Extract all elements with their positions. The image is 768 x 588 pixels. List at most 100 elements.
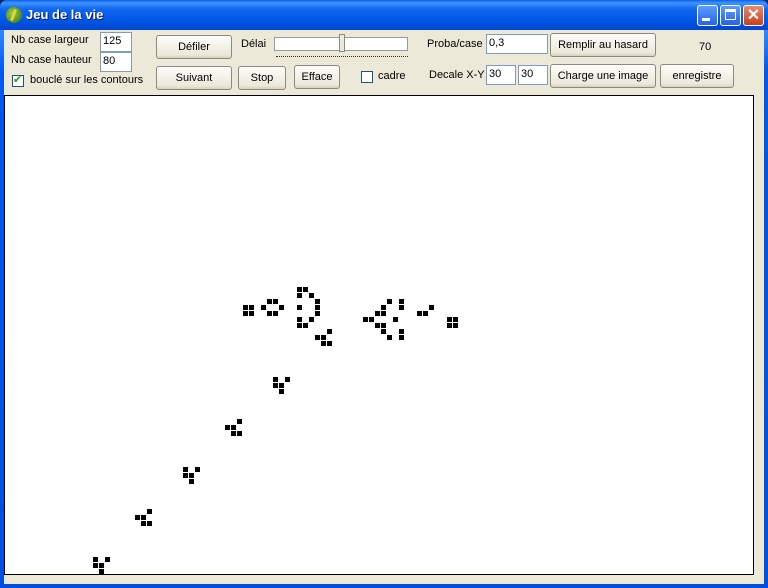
live-cell[interactable]: [315, 305, 320, 310]
live-cell[interactable]: [99, 569, 104, 574]
maximize-button[interactable]: [720, 5, 741, 26]
close-button[interactable]: ✕: [743, 5, 764, 26]
live-cell[interactable]: [273, 299, 278, 304]
live-cell[interactable]: [189, 479, 194, 484]
live-cell[interactable]: [321, 341, 326, 346]
live-cell[interactable]: [303, 287, 308, 292]
live-cell[interactable]: [369, 317, 374, 322]
live-cell[interactable]: [429, 305, 434, 310]
live-cell[interactable]: [321, 335, 326, 340]
live-cell[interactable]: [309, 317, 314, 322]
delay-slider-thumb[interactable]: [339, 34, 346, 52]
live-cell[interactable]: [225, 425, 230, 430]
live-cell[interactable]: [273, 383, 278, 388]
frame-checkbox[interactable]: [361, 71, 373, 83]
live-cell[interactable]: [447, 323, 452, 328]
offset-y-input[interactable]: [521, 68, 545, 80]
live-cell[interactable]: [285, 377, 290, 382]
live-cell[interactable]: [309, 293, 314, 298]
offset-x-field[interactable]: [486, 65, 516, 85]
life-grid[interactable]: [4, 95, 754, 575]
live-cell[interactable]: [195, 467, 200, 472]
live-cell[interactable]: [297, 323, 302, 328]
live-cell[interactable]: [267, 311, 272, 316]
live-cell[interactable]: [315, 299, 320, 304]
live-cell[interactable]: [393, 317, 398, 322]
live-cell[interactable]: [105, 557, 110, 562]
load-image-button[interactable]: Charge une image: [550, 64, 656, 88]
live-cell[interactable]: [399, 335, 404, 340]
live-cell[interactable]: [135, 515, 140, 520]
probability-field[interactable]: [486, 34, 548, 54]
width-field[interactable]: [100, 32, 132, 52]
live-cell[interactable]: [279, 305, 284, 310]
live-cell[interactable]: [417, 311, 422, 316]
live-cell[interactable]: [303, 323, 308, 328]
probability-label: Proba/case: [427, 38, 483, 50]
width-input[interactable]: [103, 35, 129, 47]
live-cell[interactable]: [147, 521, 152, 526]
wrap-checkbox[interactable]: [12, 73, 24, 87]
live-cell[interactable]: [279, 389, 284, 394]
live-cell[interactable]: [381, 311, 386, 316]
live-cell[interactable]: [327, 341, 332, 346]
save-button[interactable]: enregistre: [660, 64, 734, 88]
clear-button[interactable]: Efface: [294, 65, 340, 89]
live-cell[interactable]: [273, 311, 278, 316]
minimize-button[interactable]: [697, 5, 718, 26]
live-cell[interactable]: [381, 329, 386, 334]
live-cell[interactable]: [147, 509, 152, 514]
live-cell[interactable]: [273, 377, 278, 382]
live-cell[interactable]: [315, 311, 320, 316]
live-cell[interactable]: [279, 383, 284, 388]
scroll-button[interactable]: Défiler: [156, 35, 232, 59]
live-cell[interactable]: [237, 431, 242, 436]
live-cell[interactable]: [189, 473, 194, 478]
live-cell[interactable]: [141, 515, 146, 520]
live-cell[interactable]: [93, 557, 98, 562]
next-button[interactable]: Suivant: [156, 66, 232, 90]
live-cell[interactable]: [327, 329, 332, 334]
live-cell[interactable]: [363, 317, 368, 322]
probability-input[interactable]: [489, 37, 545, 49]
live-cell[interactable]: [243, 305, 248, 310]
height-input[interactable]: [103, 55, 129, 67]
stop-button[interactable]: Stop: [238, 66, 286, 90]
live-cell[interactable]: [249, 311, 254, 316]
live-cell[interactable]: [453, 317, 458, 322]
live-cell[interactable]: [267, 299, 272, 304]
live-cell[interactable]: [249, 305, 254, 310]
live-cell[interactable]: [375, 323, 380, 328]
live-cell[interactable]: [423, 311, 428, 316]
title-bar[interactable]: Jeu de la vie ✕: [0, 0, 768, 30]
live-cell[interactable]: [447, 317, 452, 322]
random-fill-button[interactable]: Remplir au hasard: [550, 33, 656, 57]
live-cell[interactable]: [315, 335, 320, 340]
live-cell[interactable]: [387, 299, 392, 304]
live-cell[interactable]: [387, 335, 392, 340]
live-cell[interactable]: [231, 431, 236, 436]
live-cell[interactable]: [453, 323, 458, 328]
live-cell[interactable]: [183, 467, 188, 472]
live-cell[interactable]: [375, 311, 380, 316]
live-cell[interactable]: [183, 473, 188, 478]
live-cell[interactable]: [93, 563, 98, 568]
height-field[interactable]: [100, 52, 132, 72]
live-cell[interactable]: [399, 329, 404, 334]
offset-x-input[interactable]: [489, 68, 513, 80]
live-cell[interactable]: [237, 419, 242, 424]
live-cell[interactable]: [297, 293, 302, 298]
live-cell[interactable]: [261, 305, 266, 310]
offset-y-field[interactable]: [518, 65, 548, 85]
live-cell[interactable]: [231, 425, 236, 430]
live-cell[interactable]: [141, 521, 146, 526]
live-cell[interactable]: [381, 305, 386, 310]
live-cell[interactable]: [297, 305, 302, 310]
live-cell[interactable]: [297, 317, 302, 322]
live-cell[interactable]: [99, 563, 104, 568]
live-cell[interactable]: [399, 299, 404, 304]
live-cell[interactable]: [297, 287, 302, 292]
live-cell[interactable]: [381, 323, 386, 328]
live-cell[interactable]: [399, 305, 404, 310]
live-cell[interactable]: [243, 311, 248, 316]
